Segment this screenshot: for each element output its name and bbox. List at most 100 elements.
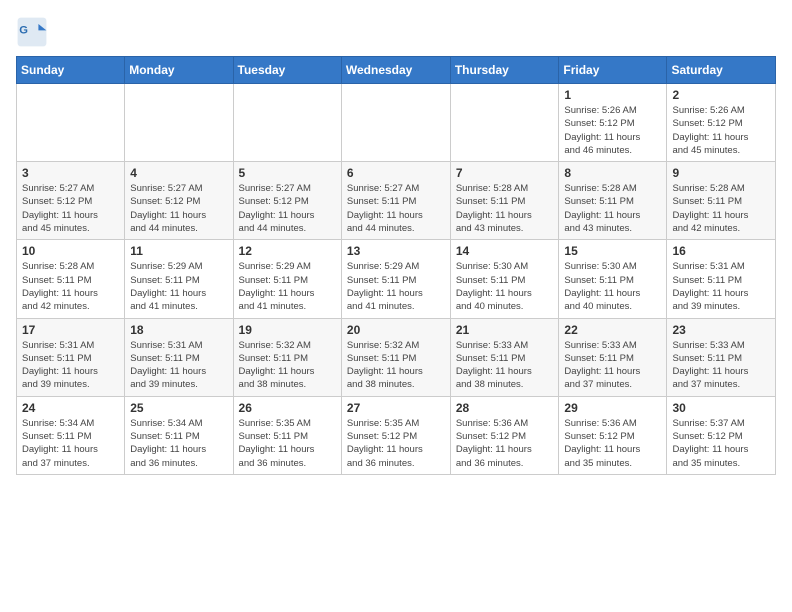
calendar-cell: 14 Sunrise: 5:30 AM Sunset: 5:11 PM Dayli… <box>450 240 559 318</box>
calendar-cell: 4 Sunrise: 5:27 AM Sunset: 5:12 PM Daylig… <box>125 162 233 240</box>
day-info: Sunrise: 5:34 AM Sunset: 5:11 PM Dayligh… <box>22 417 119 470</box>
calendar-cell: 10 Sunrise: 5:28 AM Sunset: 5:11 PM Dayli… <box>17 240 125 318</box>
day-number: 2 <box>672 88 770 102</box>
day-number: 14 <box>456 244 554 258</box>
calendar-cell: 8 Sunrise: 5:28 AM Sunset: 5:11 PM Daylig… <box>559 162 667 240</box>
day-info: Sunrise: 5:27 AM Sunset: 5:11 PM Dayligh… <box>347 182 445 235</box>
calendar-cell <box>17 84 125 162</box>
day-number: 24 <box>22 401 119 415</box>
calendar-row-2: 3Sunrise: 5:27 AM Sunset: 5:12 PM Daylig… <box>17 162 776 240</box>
calendar-cell: 18Sunrise: 5:31 AM Sunset: 5:11 PM Dayli… <box>125 318 233 396</box>
weekday-header-sunday: Sunday <box>17 57 125 84</box>
calendar-cell: 2 Sunrise: 5:26 AM Sunset: 5:12 PM Daylig… <box>667 84 776 162</box>
calendar-row-4: 17Sunrise: 5:31 AM Sunset: 5:11 PM Dayli… <box>17 318 776 396</box>
calendar-cell: 3Sunrise: 5:27 AM Sunset: 5:12 PM Daylig… <box>17 162 125 240</box>
day-info: Sunrise: 5:28 AM Sunset: 5:11 PM Dayligh… <box>456 182 554 235</box>
calendar-cell: 22 Sunrise: 5:33 AM Sunset: 5:11 PM Dayli… <box>559 318 667 396</box>
day-number: 26 <box>239 401 336 415</box>
calendar-cell: 13 Sunrise: 5:29 AM Sunset: 5:11 PM Dayli… <box>341 240 450 318</box>
logo: G <box>16 16 52 48</box>
day-number: 13 <box>347 244 445 258</box>
calendar-cell: 6 Sunrise: 5:27 AM Sunset: 5:11 PM Daylig… <box>341 162 450 240</box>
logo-icon: G <box>16 16 48 48</box>
day-number: 20 <box>347 323 445 337</box>
day-info: Sunrise: 5:26 AM Sunset: 5:12 PM Dayligh… <box>564 104 661 157</box>
day-number: 16 <box>672 244 770 258</box>
day-info: Sunrise: 5:27 AM Sunset: 5:12 PM Dayligh… <box>22 182 119 235</box>
calendar-cell: 12 Sunrise: 5:29 AM Sunset: 5:11 PM Dayli… <box>233 240 341 318</box>
day-number: 8 <box>564 166 661 180</box>
calendar-cell: 24 Sunrise: 5:34 AM Sunset: 5:11 PM Dayli… <box>17 396 125 474</box>
day-number: 7 <box>456 166 554 180</box>
day-number: 15 <box>564 244 661 258</box>
calendar-cell <box>450 84 559 162</box>
day-number: 10 <box>22 244 119 258</box>
day-info: Sunrise: 5:37 AM Sunset: 5:12 PM Dayligh… <box>672 417 770 470</box>
day-info: Sunrise: 5:29 AM Sunset: 5:11 PM Dayligh… <box>347 260 445 313</box>
calendar-cell: 26 Sunrise: 5:35 AM Sunset: 5:11 PM Dayli… <box>233 396 341 474</box>
calendar-cell: 25 Sunrise: 5:34 AM Sunset: 5:11 PM Dayli… <box>125 396 233 474</box>
calendar-cell: 28 Sunrise: 5:36 AM Sunset: 5:12 PM Dayli… <box>450 396 559 474</box>
day-number: 30 <box>672 401 770 415</box>
calendar-cell: 29 Sunrise: 5:36 AM Sunset: 5:12 PM Dayli… <box>559 396 667 474</box>
day-info: Sunrise: 5:33 AM Sunset: 5:11 PM Dayligh… <box>564 339 661 392</box>
day-info: Sunrise: 5:26 AM Sunset: 5:12 PM Dayligh… <box>672 104 770 157</box>
weekday-header-wednesday: Wednesday <box>341 57 450 84</box>
calendar-row-5: 24 Sunrise: 5:34 AM Sunset: 5:11 PM Dayli… <box>17 396 776 474</box>
calendar-cell: 19Sunrise: 5:32 AM Sunset: 5:11 PM Dayli… <box>233 318 341 396</box>
calendar-cell: 7 Sunrise: 5:28 AM Sunset: 5:11 PM Daylig… <box>450 162 559 240</box>
day-number: 29 <box>564 401 661 415</box>
calendar-cell: 21 Sunrise: 5:33 AM Sunset: 5:11 PM Dayli… <box>450 318 559 396</box>
day-info: Sunrise: 5:29 AM Sunset: 5:11 PM Dayligh… <box>239 260 336 313</box>
day-info: Sunrise: 5:36 AM Sunset: 5:12 PM Dayligh… <box>564 417 661 470</box>
day-number: 23 <box>672 323 770 337</box>
day-info: Sunrise: 5:30 AM Sunset: 5:11 PM Dayligh… <box>456 260 554 313</box>
day-info: Sunrise: 5:27 AM Sunset: 5:12 PM Dayligh… <box>239 182 336 235</box>
calendar-cell: 23 Sunrise: 5:33 AM Sunset: 5:11 PM Dayli… <box>667 318 776 396</box>
day-info: Sunrise: 5:35 AM Sunset: 5:12 PM Dayligh… <box>347 417 445 470</box>
calendar-cell: 16 Sunrise: 5:31 AM Sunset: 5:11 PM Dayli… <box>667 240 776 318</box>
weekday-header-friday: Friday <box>559 57 667 84</box>
calendar-cell: 30 Sunrise: 5:37 AM Sunset: 5:12 PM Dayli… <box>667 396 776 474</box>
calendar-cell: 20 Sunrise: 5:32 AM Sunset: 5:11 PM Dayli… <box>341 318 450 396</box>
calendar-cell <box>341 84 450 162</box>
day-info: Sunrise: 5:27 AM Sunset: 5:12 PM Dayligh… <box>130 182 227 235</box>
day-info: Sunrise: 5:28 AM Sunset: 5:11 PM Dayligh… <box>22 260 119 313</box>
day-number: 22 <box>564 323 661 337</box>
day-info: Sunrise: 5:34 AM Sunset: 5:11 PM Dayligh… <box>130 417 227 470</box>
day-number: 21 <box>456 323 554 337</box>
day-number: 28 <box>456 401 554 415</box>
day-number: 5 <box>239 166 336 180</box>
calendar-cell: 5 Sunrise: 5:27 AM Sunset: 5:12 PM Daylig… <box>233 162 341 240</box>
day-info: Sunrise: 5:32 AM Sunset: 5:11 PM Dayligh… <box>347 339 445 392</box>
weekday-header-thursday: Thursday <box>450 57 559 84</box>
day-info: Sunrise: 5:36 AM Sunset: 5:12 PM Dayligh… <box>456 417 554 470</box>
calendar-cell: 27 Sunrise: 5:35 AM Sunset: 5:12 PM Dayli… <box>341 396 450 474</box>
calendar-cell: 11 Sunrise: 5:29 AM Sunset: 5:11 PM Dayli… <box>125 240 233 318</box>
calendar-row-3: 10 Sunrise: 5:28 AM Sunset: 5:11 PM Dayli… <box>17 240 776 318</box>
weekday-header-row: SundayMondayTuesdayWednesdayThursdayFrid… <box>17 57 776 84</box>
day-number: 11 <box>130 244 227 258</box>
calendar-cell <box>125 84 233 162</box>
day-info: Sunrise: 5:35 AM Sunset: 5:11 PM Dayligh… <box>239 417 336 470</box>
page-header: G <box>16 16 776 48</box>
day-number: 27 <box>347 401 445 415</box>
day-number: 12 <box>239 244 336 258</box>
day-info: Sunrise: 5:28 AM Sunset: 5:11 PM Dayligh… <box>564 182 661 235</box>
day-number: 9 <box>672 166 770 180</box>
day-info: Sunrise: 5:31 AM Sunset: 5:11 PM Dayligh… <box>672 260 770 313</box>
day-info: Sunrise: 5:33 AM Sunset: 5:11 PM Dayligh… <box>672 339 770 392</box>
weekday-header-monday: Monday <box>125 57 233 84</box>
day-info: Sunrise: 5:28 AM Sunset: 5:11 PM Dayligh… <box>672 182 770 235</box>
calendar-cell <box>233 84 341 162</box>
day-number: 25 <box>130 401 227 415</box>
day-info: Sunrise: 5:33 AM Sunset: 5:11 PM Dayligh… <box>456 339 554 392</box>
weekday-header-saturday: Saturday <box>667 57 776 84</box>
day-info: Sunrise: 5:32 AM Sunset: 5:11 PM Dayligh… <box>239 339 336 392</box>
day-number: 6 <box>347 166 445 180</box>
day-info: Sunrise: 5:29 AM Sunset: 5:11 PM Dayligh… <box>130 260 227 313</box>
day-number: 4 <box>130 166 227 180</box>
day-number: 1 <box>564 88 661 102</box>
calendar-cell: 1 Sunrise: 5:26 AM Sunset: 5:12 PM Daylig… <box>559 84 667 162</box>
calendar-cell: 9 Sunrise: 5:28 AM Sunset: 5:11 PM Daylig… <box>667 162 776 240</box>
